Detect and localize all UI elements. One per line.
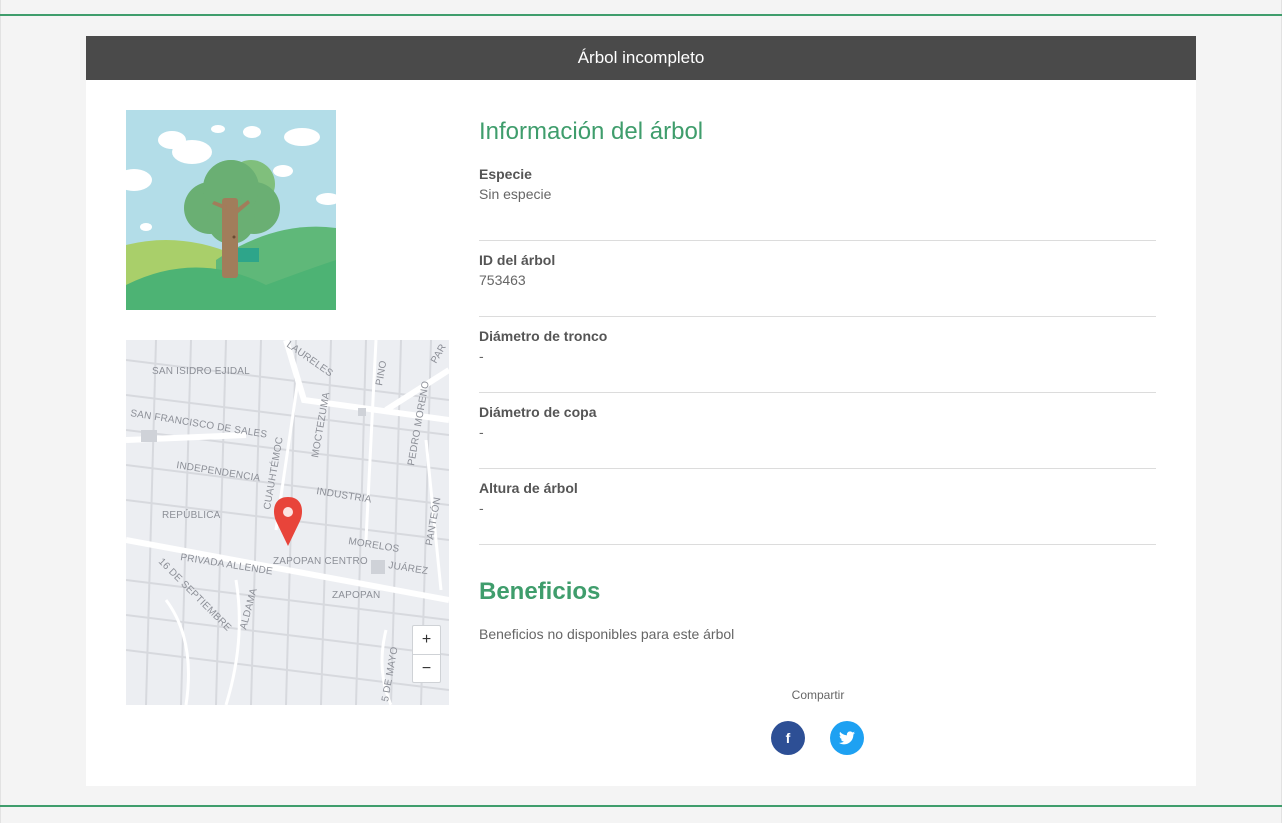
map-label: ZAPOPAN CENTRO	[273, 556, 368, 567]
tree-detail-card: Árbol incompleto SAN ISIDRO EJIDAL SAN F…	[86, 36, 1196, 786]
facebook-share-button[interactable]: f	[771, 721, 805, 755]
map-label: SAN ISIDRO EJIDAL	[152, 366, 250, 377]
facebook-icon: f	[785, 730, 791, 746]
field-value: -	[479, 500, 484, 516]
twitter-share-button[interactable]	[830, 721, 864, 755]
zoom-out-button[interactable]: −	[413, 654, 440, 682]
field-value: -	[479, 348, 484, 364]
info-title: Información del árbol	[479, 118, 704, 145]
share-label: Compartir	[791, 688, 845, 702]
top-divider	[0, 14, 1282, 16]
page-edge-left	[0, 0, 1, 823]
location-map[interactable]: SAN ISIDRO EJIDAL SAN FRANCISCO DE SALES…	[126, 340, 449, 705]
field-label: ID del árbol	[479, 252, 556, 268]
benefits-text: Beneficios no disponibles para este árbo…	[479, 626, 735, 642]
zoom-in-button[interactable]: +	[413, 626, 440, 654]
tree-illustration	[126, 110, 336, 310]
field-label: Diámetro de tronco	[479, 328, 608, 344]
field-value: -	[479, 424, 484, 440]
field-value: Sin especie	[479, 186, 552, 202]
field-species: Especie Sin especie	[479, 165, 1156, 241]
map-zoom-controls: + −	[412, 625, 441, 683]
bottom-divider	[0, 805, 1282, 807]
field-tree-id: ID del árbol 753463	[479, 241, 1156, 317]
field-value: 753463	[479, 272, 526, 288]
field-label: Diámetro de copa	[479, 404, 597, 420]
map-label: REPÚBLICA	[162, 508, 221, 521]
field-label: Especie	[479, 166, 532, 182]
field-trunk-diameter: Diámetro de tronco -	[479, 317, 1156, 393]
info-fields: Especie Sin especie ID del árbol 753463 …	[479, 165, 1156, 545]
field-crown-diameter: Diámetro de copa -	[479, 393, 1156, 469]
field-label: Altura de árbol	[479, 480, 578, 496]
card-header: Árbol incompleto	[86, 36, 1196, 80]
field-tree-height: Altura de árbol -	[479, 469, 1156, 545]
map-label: ZAPOPAN	[332, 590, 380, 601]
benefits-title: Beneficios	[479, 578, 601, 605]
twitter-icon	[839, 731, 855, 745]
tree-info-section: Información del árbol Especie Sin especi…	[479, 118, 1156, 545]
